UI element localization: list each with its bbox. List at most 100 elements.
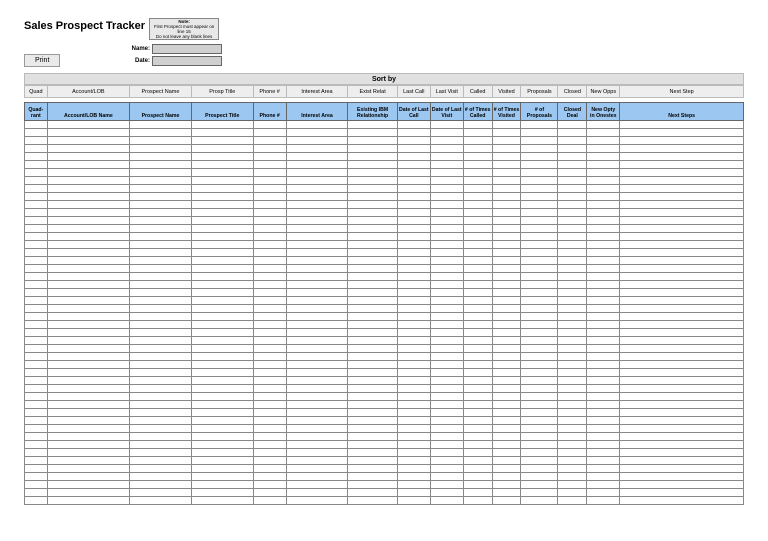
cell[interactable] [397,313,430,321]
cell[interactable] [130,481,192,489]
cell[interactable] [521,169,558,177]
table-row[interactable] [25,137,744,145]
cell[interactable] [130,169,192,177]
cell[interactable] [397,153,430,161]
cell[interactable] [348,217,397,225]
cell[interactable] [620,129,744,137]
table-row[interactable] [25,177,744,185]
cell[interactable] [587,489,620,497]
cell[interactable] [191,153,253,161]
cell[interactable] [25,425,48,433]
cell[interactable] [492,265,521,273]
cell[interactable] [430,241,463,249]
cell[interactable] [587,233,620,241]
cell[interactable] [521,249,558,257]
cell[interactable] [558,377,587,385]
cell[interactable] [463,481,492,489]
cell[interactable] [253,121,286,129]
cell[interactable] [191,353,253,361]
cell[interactable] [191,481,253,489]
cell[interactable] [253,345,286,353]
cell[interactable] [587,449,620,457]
cell[interactable] [521,441,558,449]
cell[interactable] [492,201,521,209]
cell[interactable] [130,145,192,153]
cell[interactable] [558,201,587,209]
cell[interactable] [47,425,129,433]
cell[interactable] [620,417,744,425]
cell[interactable] [130,201,192,209]
table-row[interactable] [25,473,744,481]
cell[interactable] [463,225,492,233]
cell[interactable] [463,465,492,473]
cell[interactable] [397,121,430,129]
cell[interactable] [620,497,744,505]
cell[interactable] [47,161,129,169]
table-row[interactable] [25,201,744,209]
cell[interactable] [463,209,492,217]
cell[interactable] [521,329,558,337]
cell[interactable] [253,393,286,401]
cell[interactable] [253,441,286,449]
table-row[interactable] [25,169,744,177]
cell[interactable] [253,417,286,425]
cell[interactable] [286,465,348,473]
cell[interactable] [348,129,397,137]
cell[interactable] [348,361,397,369]
cell[interactable] [430,257,463,265]
cell[interactable] [463,305,492,313]
cell[interactable] [253,161,286,169]
cell[interactable] [587,273,620,281]
cell[interactable] [253,249,286,257]
cell[interactable] [47,377,129,385]
cell[interactable] [492,145,521,153]
cell[interactable] [558,297,587,305]
cell[interactable] [397,377,430,385]
cell[interactable] [430,313,463,321]
cell[interactable] [587,145,620,153]
cell[interactable] [348,329,397,337]
cell[interactable] [430,129,463,137]
cell[interactable] [521,153,558,161]
cell[interactable] [620,121,744,129]
cell[interactable] [286,241,348,249]
cell[interactable] [47,297,129,305]
cell[interactable] [521,449,558,457]
cell[interactable] [286,281,348,289]
sort-btn-4[interactable]: Phone # [253,86,286,98]
cell[interactable] [521,241,558,249]
cell[interactable] [25,361,48,369]
cell[interactable] [348,377,397,385]
table-row[interactable] [25,193,744,201]
cell[interactable] [397,449,430,457]
cell[interactable] [463,489,492,497]
cell[interactable] [558,337,587,345]
cell[interactable] [620,289,744,297]
cell[interactable] [430,473,463,481]
cell[interactable] [286,409,348,417]
cell[interactable] [47,281,129,289]
cell[interactable] [286,209,348,217]
cell[interactable] [430,209,463,217]
table-row[interactable] [25,217,744,225]
cell[interactable] [463,281,492,289]
cell[interactable] [558,153,587,161]
cell[interactable] [25,289,48,297]
cell[interactable] [620,153,744,161]
cell[interactable] [558,345,587,353]
cell[interactable] [25,337,48,345]
cell[interactable] [620,337,744,345]
cell[interactable] [558,313,587,321]
cell[interactable] [558,121,587,129]
cell[interactable] [521,385,558,393]
cell[interactable] [587,121,620,129]
cell[interactable] [430,433,463,441]
cell[interactable] [587,281,620,289]
cell[interactable] [253,225,286,233]
cell[interactable] [587,241,620,249]
cell[interactable] [430,497,463,505]
cell[interactable] [430,385,463,393]
cell[interactable] [587,297,620,305]
cell[interactable] [286,153,348,161]
cell[interactable] [558,185,587,193]
